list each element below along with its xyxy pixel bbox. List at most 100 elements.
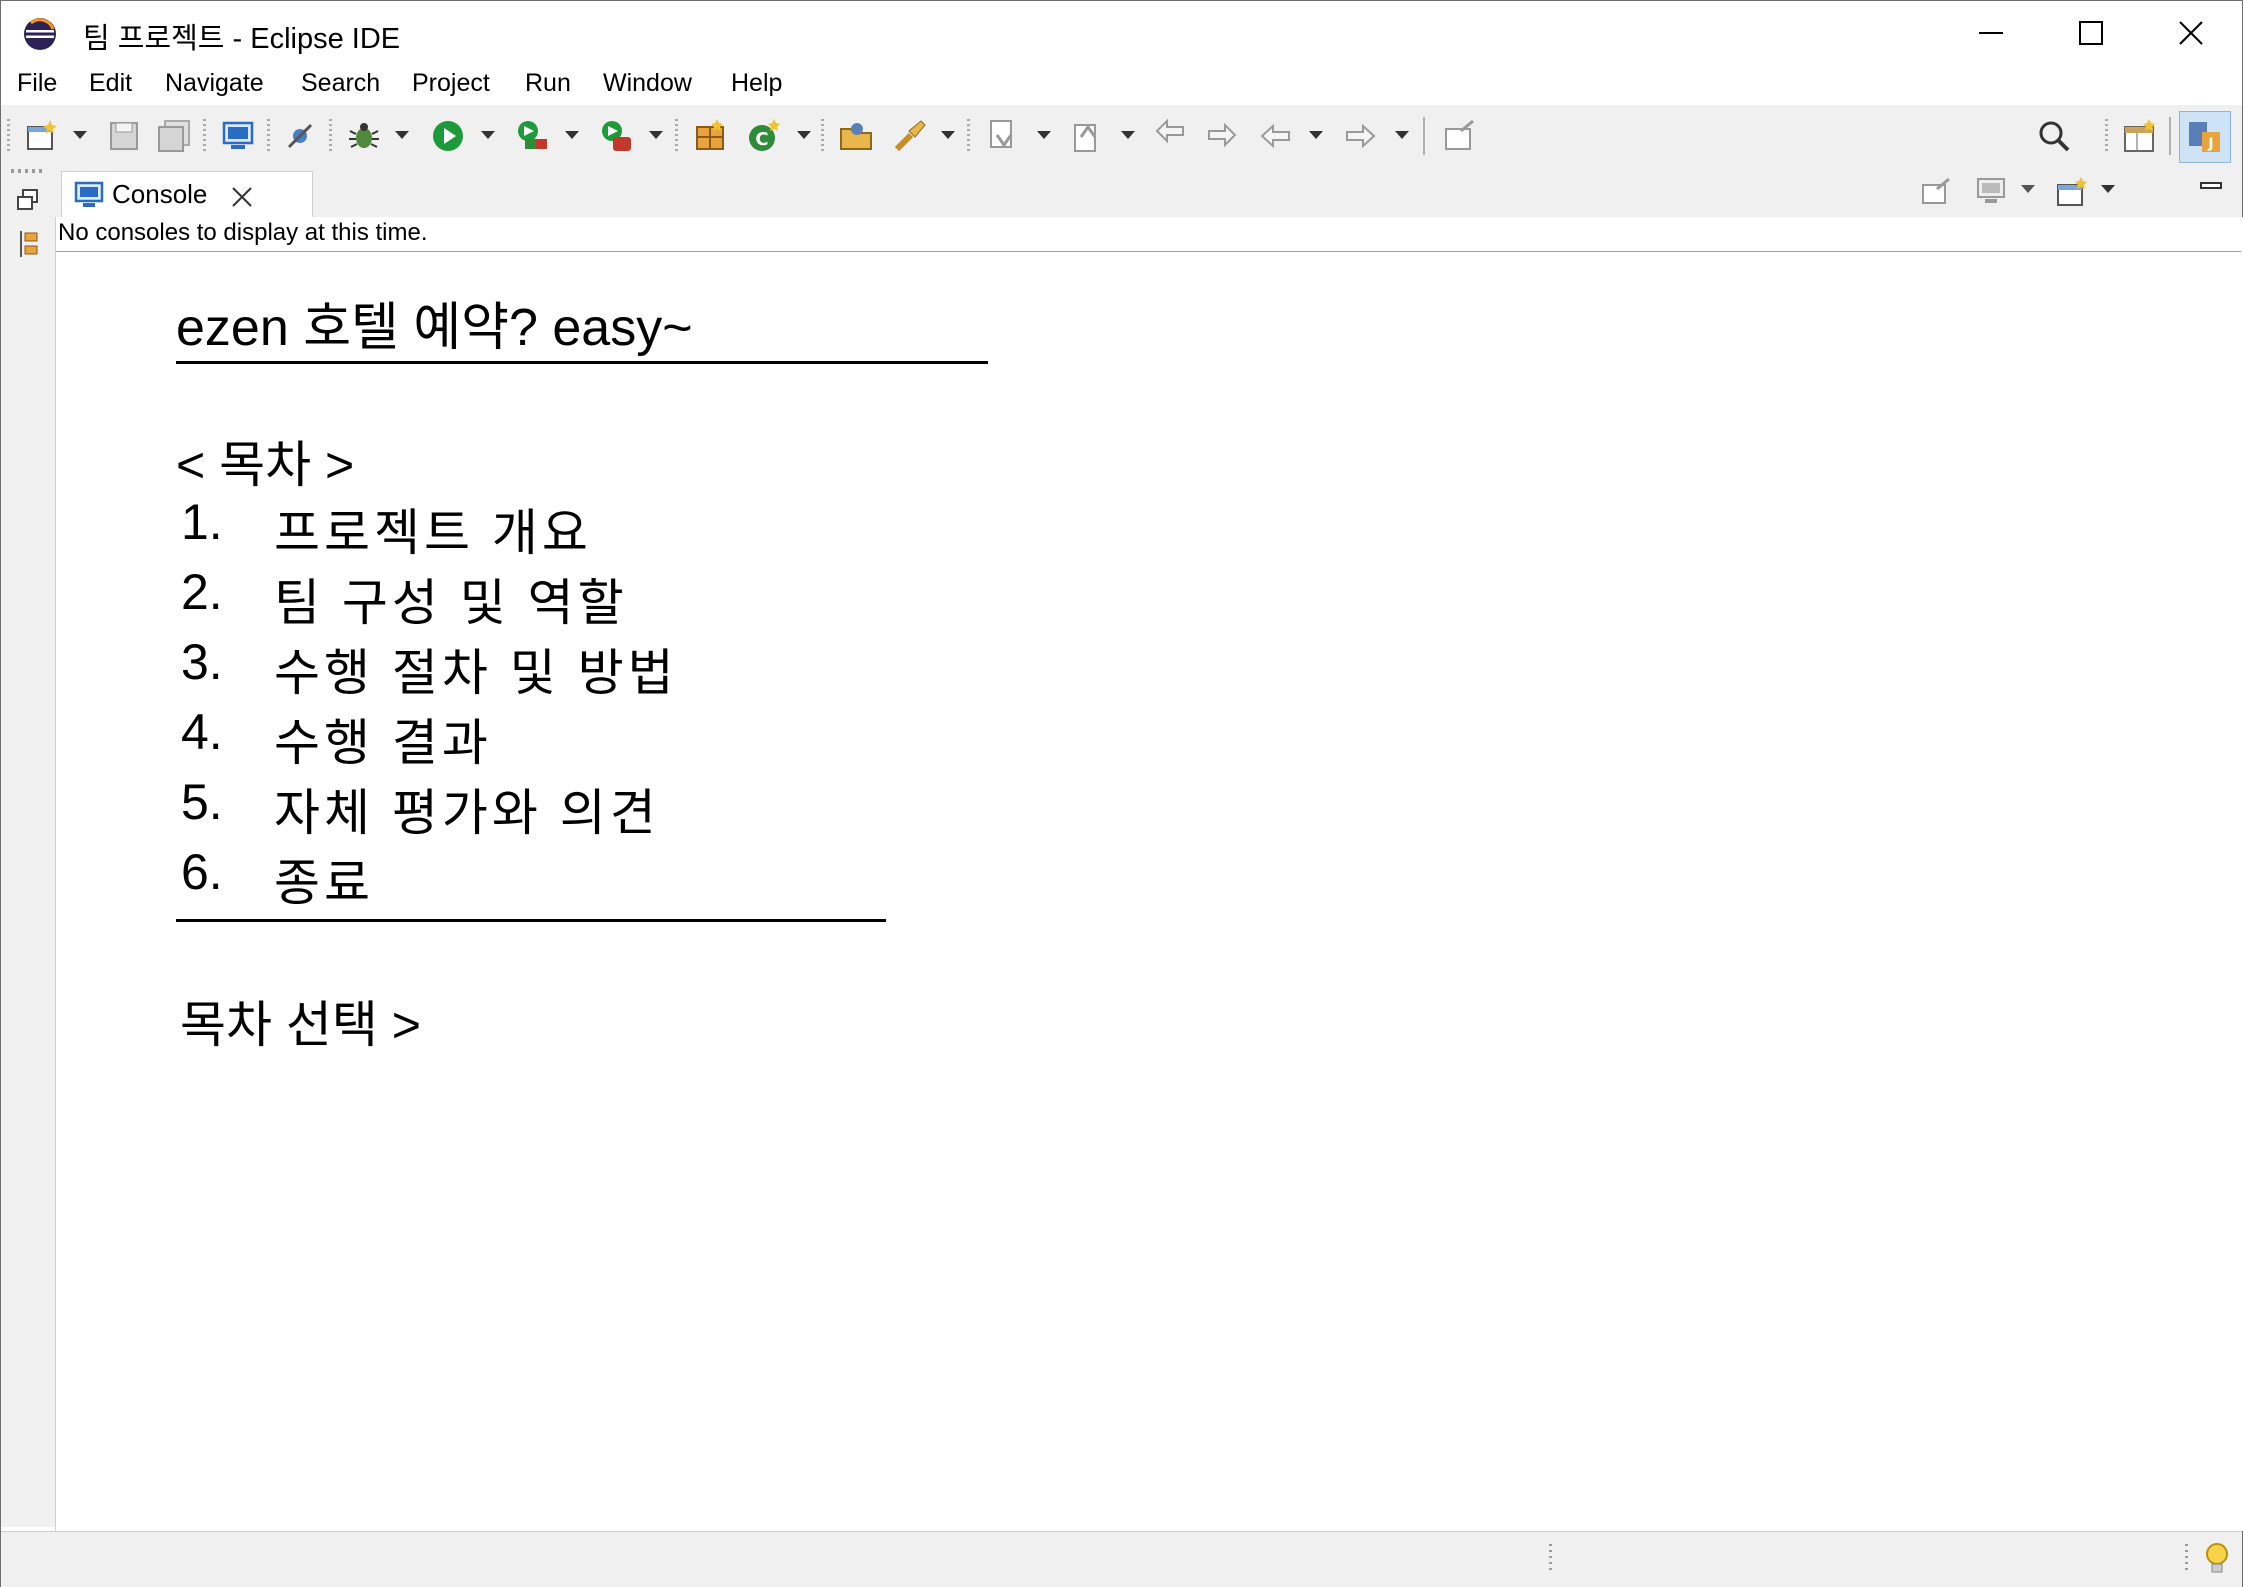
close-button[interactable] bbox=[2141, 1, 2241, 65]
menu-help[interactable]: Help bbox=[731, 69, 782, 98]
eclipse-window: 팀 프로젝트 - Eclipse IDE File Edit Navigate … bbox=[0, 0, 2243, 1587]
toc-title: < 목차 > bbox=[176, 437, 355, 493]
forward-dropdown-icon[interactable] bbox=[1395, 131, 1409, 139]
toc-item-label: 수행 절차 및 방법 bbox=[274, 645, 678, 701]
menu-window[interactable]: Window bbox=[603, 69, 692, 98]
menu-prompt: 목차 선택 > bbox=[180, 997, 421, 1053]
search-tool-dropdown-icon[interactable] bbox=[941, 131, 955, 139]
new-class-dropdown-icon[interactable] bbox=[797, 131, 811, 139]
toc-item-number: 1. bbox=[181, 494, 223, 550]
console-icon bbox=[74, 181, 104, 207]
coverage-icon[interactable] bbox=[513, 117, 551, 155]
display-console-dropdown-icon[interactable] bbox=[2021, 185, 2035, 193]
pin-editor-icon[interactable] bbox=[1441, 117, 1479, 155]
status-bar bbox=[1, 1531, 2242, 1587]
new-dropdown-icon[interactable] bbox=[73, 131, 87, 139]
toc-item-label: 프로젝트 개요 bbox=[274, 505, 592, 561]
toc-underline bbox=[176, 919, 886, 922]
coverage-dropdown-icon[interactable] bbox=[565, 131, 579, 139]
toc-item-label: 수행 결과 bbox=[274, 715, 492, 771]
new-java-package-icon[interactable] bbox=[691, 117, 729, 155]
external-tools-icon[interactable] bbox=[597, 117, 635, 155]
close-tab-icon[interactable] bbox=[230, 185, 254, 209]
display-selected-console-icon[interactable] bbox=[1975, 175, 2009, 209]
page-heading: ezen 호텔 예약? easy~ bbox=[176, 299, 693, 357]
minimize-icon bbox=[1979, 32, 2003, 34]
new-java-class-icon[interactable]: C bbox=[745, 117, 783, 155]
previous-annotation-dropdown-icon[interactable] bbox=[1121, 131, 1135, 139]
open-type-icon[interactable] bbox=[837, 117, 875, 155]
main-toolbar: C J bbox=[1, 105, 2242, 168]
last-edit-location-icon[interactable] bbox=[1153, 117, 1191, 155]
external-tools-dropdown-icon[interactable] bbox=[649, 131, 663, 139]
toolbar-separator bbox=[675, 119, 678, 153]
tab-console-label: Console bbox=[112, 179, 208, 209]
toc-item-number: 6. bbox=[181, 844, 223, 900]
back-icon[interactable] bbox=[1257, 117, 1295, 155]
toc-item-number: 3. bbox=[181, 634, 223, 690]
search-tool-icon[interactable] bbox=[891, 117, 929, 155]
console-message-divider bbox=[56, 251, 2241, 252]
trim-grip[interactable] bbox=[11, 169, 45, 173]
status-grip[interactable] bbox=[1549, 1544, 1552, 1574]
menu-bar: File Edit Navigate Search Project Run Wi… bbox=[1, 65, 2242, 105]
back-dropdown-icon[interactable] bbox=[1309, 131, 1323, 139]
open-console-view-icon[interactable] bbox=[2055, 175, 2089, 209]
forward-icon[interactable] bbox=[1341, 117, 1379, 155]
maximize-button[interactable] bbox=[2041, 1, 2141, 65]
status-grip[interactable] bbox=[2185, 1544, 2188, 1574]
toolbar-separator bbox=[1423, 117, 1425, 155]
svg-text:C: C bbox=[755, 129, 768, 150]
title-bar[interactable]: 팀 프로젝트 - Eclipse IDE bbox=[1, 1, 2242, 65]
package-explorer-icon[interactable] bbox=[15, 229, 41, 259]
minimize-view-icon[interactable] bbox=[2199, 177, 2223, 197]
java-perspective-button[interactable]: J bbox=[2179, 111, 2231, 163]
toolbar-grip[interactable] bbox=[7, 119, 10, 153]
menu-file[interactable]: File bbox=[17, 69, 57, 98]
lightbulb-icon[interactable] bbox=[2203, 1540, 2231, 1578]
heading-underline bbox=[176, 361, 988, 364]
menu-search[interactable]: Search bbox=[301, 69, 380, 98]
pin-console-icon[interactable] bbox=[1919, 175, 1953, 209]
svg-text:J: J bbox=[2207, 136, 2213, 152]
next-annotation-icon[interactable] bbox=[985, 117, 1023, 155]
menu-navigate[interactable]: Navigate bbox=[165, 69, 264, 98]
open-console-dropdown-icon[interactable] bbox=[2101, 185, 2115, 193]
toc-item-label: 종료 bbox=[274, 855, 374, 911]
java-perspective-icon: J bbox=[2189, 122, 2220, 152]
run-icon[interactable] bbox=[429, 117, 467, 155]
previous-annotation-icon[interactable] bbox=[1069, 117, 1107, 155]
save-icon[interactable] bbox=[105, 117, 143, 155]
save-all-icon[interactable] bbox=[155, 117, 193, 155]
menu-run[interactable]: Run bbox=[525, 69, 571, 98]
skip-breakpoints-icon[interactable] bbox=[281, 117, 319, 155]
open-perspective-icon[interactable] bbox=[2121, 117, 2159, 155]
console-view[interactable]: No consoles to display at this time. eze… bbox=[55, 217, 2243, 1531]
menu-project[interactable]: Project bbox=[412, 69, 490, 98]
close-icon bbox=[2179, 21, 2203, 45]
toolbar-separator bbox=[967, 119, 970, 153]
open-console-icon[interactable] bbox=[219, 117, 257, 155]
minimize-button[interactable] bbox=[1941, 1, 2041, 65]
next-edit-location-icon[interactable] bbox=[1203, 117, 1241, 155]
toolbar-separator bbox=[267, 119, 270, 153]
tab-console[interactable]: Console bbox=[61, 171, 313, 218]
toc-item-number: 2. bbox=[181, 564, 223, 620]
search-icon[interactable] bbox=[2035, 117, 2073, 155]
run-dropdown-icon[interactable] bbox=[481, 131, 495, 139]
window-title: 팀 프로젝트 - Eclipse IDE bbox=[83, 23, 401, 55]
toolbar-separator bbox=[2169, 117, 2171, 155]
restore-icon[interactable] bbox=[15, 187, 41, 213]
menu-edit[interactable]: Edit bbox=[89, 69, 132, 98]
toolbar-separator bbox=[2105, 119, 2108, 153]
console-view-tabbar: Console bbox=[55, 167, 2242, 218]
left-trim-stack bbox=[1, 167, 55, 1527]
toc-item-label: 자체 평가와 의견 bbox=[274, 785, 660, 841]
toolbar-separator bbox=[203, 119, 206, 153]
next-annotation-dropdown-icon[interactable] bbox=[1037, 131, 1051, 139]
debug-dropdown-icon[interactable] bbox=[395, 131, 409, 139]
toc-item-number: 4. bbox=[181, 704, 223, 760]
eclipse-logo-icon bbox=[24, 18, 56, 50]
new-icon[interactable] bbox=[23, 117, 61, 155]
debug-icon[interactable] bbox=[345, 117, 383, 155]
